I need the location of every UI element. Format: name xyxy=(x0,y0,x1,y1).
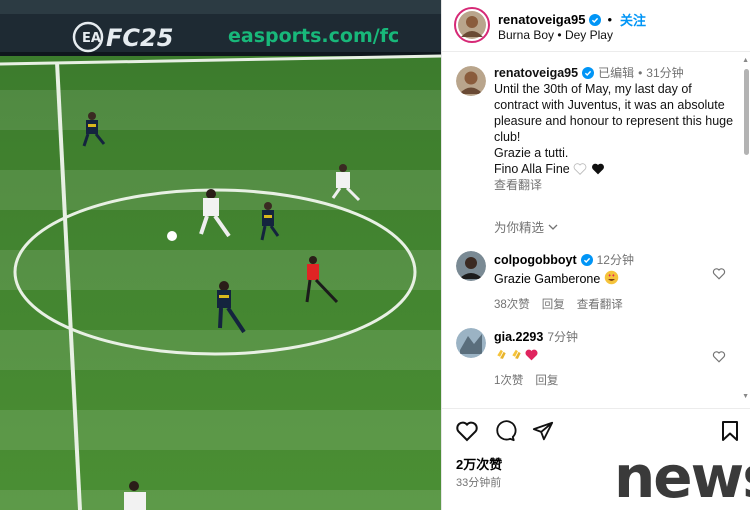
comment-like-count[interactable]: 38次赞 xyxy=(494,296,530,312)
header-username[interactable]: renatoveiga95 xyxy=(498,12,585,27)
comment-like-heart-icon[interactable] xyxy=(712,350,726,363)
caption-see-translation[interactable]: 查看翻译 xyxy=(494,177,734,193)
save-bookmark-icon[interactable] xyxy=(720,420,740,442)
comment-see-translation[interactable]: 查看翻译 xyxy=(577,296,623,312)
comment-actions: 1次赞 回复 xyxy=(494,372,578,388)
news-watermark-logo: news xyxy=(614,443,750,510)
comment-text xyxy=(494,347,578,362)
caption-username[interactable]: renatoveiga95 xyxy=(494,65,578,81)
clapping-hands-emoji-icon xyxy=(512,349,521,359)
verified-badge-icon xyxy=(580,253,593,266)
heart-eyes-emoji-icon xyxy=(604,270,619,285)
clapping-hands-emoji-icon xyxy=(497,349,506,359)
post-timestamp[interactable]: 33分钟前 xyxy=(456,474,501,490)
post-sidebar: renatoveiga95 • 关注 Burna Boy • Dey Play … xyxy=(441,0,750,510)
caption-separator: • xyxy=(638,66,643,80)
post-header: renatoveiga95 • 关注 Burna Boy • Dey Play xyxy=(442,0,750,52)
scroll-up-arrow-icon[interactable]: ▲ xyxy=(742,57,749,64)
comment-bubble-icon[interactable] xyxy=(493,420,517,442)
comment-avatar[interactable] xyxy=(456,328,486,358)
verified-badge-icon xyxy=(582,67,595,79)
comment-reply-button[interactable]: 回复 xyxy=(542,296,565,312)
music-separator: • xyxy=(557,28,562,42)
comment-username[interactable]: gia.2293 xyxy=(494,330,543,344)
music-artist: Burna Boy xyxy=(498,28,555,42)
selected-for-you-label: 为你精选 xyxy=(494,221,545,235)
white-heart-emoji-icon xyxy=(573,163,587,175)
ad-brand-text: FC25 xyxy=(106,24,173,52)
comment-like-count[interactable]: 1次赞 xyxy=(494,372,523,388)
comment-reply-button[interactable]: 回复 xyxy=(535,372,558,388)
share-send-icon[interactable] xyxy=(531,420,555,442)
music-track: Dey Play xyxy=(564,28,613,42)
selected-for-you-toggle[interactable]: 为你精选 xyxy=(494,217,558,236)
like-heart-icon[interactable] xyxy=(455,420,479,442)
comments-scrollbar[interactable] xyxy=(744,69,749,155)
caption-time: 31分钟 xyxy=(646,66,684,80)
caption-avatar[interactable] xyxy=(456,66,486,96)
author-avatar[interactable] xyxy=(454,7,490,43)
caption-block: renatoveiga95 已编辑 • 31分钟 Until the 30th … xyxy=(494,65,734,193)
comment-text: Grazie Gamberone xyxy=(494,270,634,286)
caption-header: renatoveiga95 已编辑 • 31分钟 xyxy=(494,65,734,81)
svg-text:EA: EA xyxy=(82,31,101,46)
comment-like-heart-icon[interactable] xyxy=(712,267,726,280)
post-likes-count[interactable]: 2万次赞 xyxy=(456,454,502,473)
red-heart-emoji-icon xyxy=(525,349,538,361)
header-username-row: renatoveiga95 • 关注 xyxy=(498,10,646,29)
divider xyxy=(442,408,750,409)
music-info[interactable]: Burna Boy • Dey Play xyxy=(498,28,613,42)
caption-edited-label: 已编辑 xyxy=(598,66,635,80)
comment-actions: 38次赞 回复 查看翻译 xyxy=(494,296,634,312)
comments-scroll-area[interactable]: renatoveiga95 已编辑 • 31分钟 Until the 30th … xyxy=(442,53,750,405)
caption-body: Until the 30th of May, my last day of co… xyxy=(494,82,734,176)
comment-body: Grazie Gamberone xyxy=(494,272,601,286)
scroll-down-arrow-icon[interactable]: ▼ xyxy=(742,393,749,400)
verified-badge-icon xyxy=(589,13,602,26)
chevron-down-icon xyxy=(548,224,558,230)
ad-url-text: easports.com/fc xyxy=(228,25,399,47)
comment-username[interactable]: colpogobboyt xyxy=(494,253,577,267)
follow-button[interactable]: 关注 xyxy=(620,10,646,29)
comment-time: 12分钟 xyxy=(596,253,634,267)
header-dot: • xyxy=(607,12,612,27)
ball xyxy=(167,231,177,241)
post-media[interactable]: EA FC25 easports.com/fc xyxy=(0,0,441,510)
comment-time: 7分钟 xyxy=(547,330,579,344)
comment-avatar[interactable] xyxy=(456,251,486,281)
black-heart-emoji-icon xyxy=(591,163,604,175)
caption-text: Until the 30th of May, my last day of co… xyxy=(494,81,734,177)
football-pitch-frame: EA FC25 easports.com/fc xyxy=(0,0,441,510)
